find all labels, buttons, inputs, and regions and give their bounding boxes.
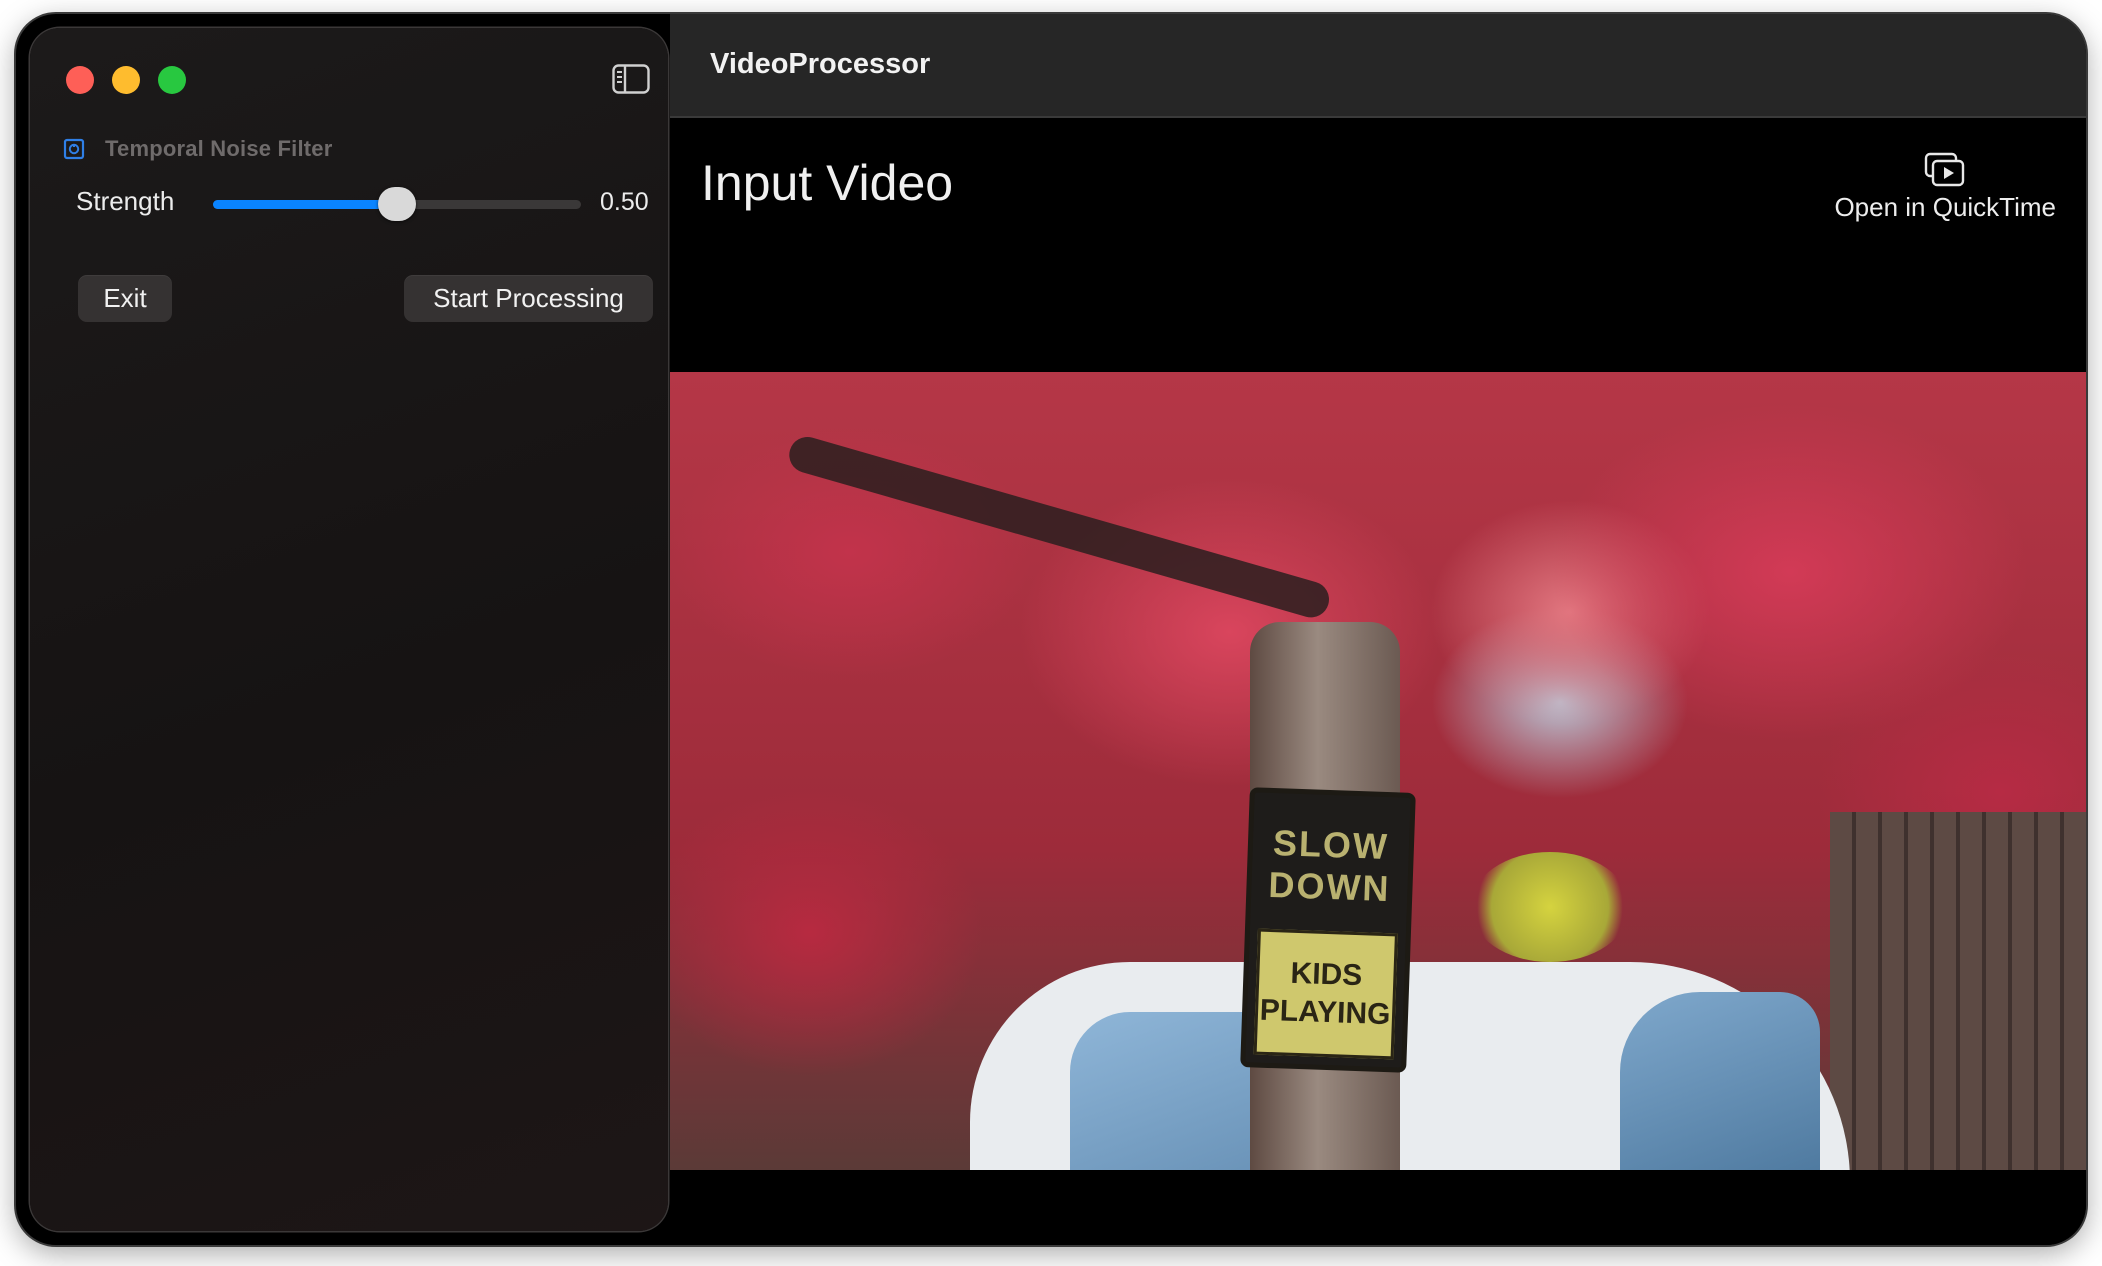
- main-content: Input Video Open in QuickTime SLOW DOWN: [670, 118, 2086, 1245]
- filter-icon: [63, 138, 85, 160]
- video-bush: [1470, 852, 1630, 962]
- sidebar: Temporal Noise Filter Strength 0.50 Exit…: [30, 28, 668, 1231]
- close-window-button[interactable]: [66, 66, 94, 94]
- slider-thumb[interactable]: [378, 187, 416, 221]
- sidebar-toggle-icon[interactable]: [612, 64, 650, 94]
- section-header: Temporal Noise Filter: [63, 136, 333, 162]
- page-title: Input Video: [701, 155, 954, 211]
- play-window-icon: [1925, 152, 1965, 187]
- sign-top: SLOW DOWN: [1256, 799, 1404, 934]
- strength-value: 0.50: [600, 188, 649, 216]
- app-title: VideoProcessor: [710, 48, 931, 80]
- sign-text: DOWN: [1267, 863, 1392, 910]
- start-processing-button[interactable]: Start Processing: [404, 275, 653, 322]
- slider-fill: [213, 200, 397, 209]
- video-car-window: [1070, 1012, 1270, 1170]
- video-fence: [1830, 812, 2086, 1170]
- sign-bottom: KIDS PLAYING: [1253, 928, 1398, 1060]
- video-branch: [785, 432, 1334, 622]
- strength-label: Strength: [76, 186, 175, 216]
- video-street-sign: SLOW DOWN KIDS PLAYING: [1240, 787, 1416, 1073]
- sign-text: PLAYING: [1259, 993, 1391, 1032]
- sign-text: KIDS: [1290, 956, 1363, 993]
- sign-text: SLOW: [1272, 822, 1390, 868]
- title-bar: VideoProcessor: [670, 14, 2086, 118]
- app-window: Temporal Noise Filter Strength 0.50 Exit…: [16, 14, 2086, 1245]
- maximize-window-button[interactable]: [158, 66, 186, 94]
- open-in-quicktime-button[interactable]: Open in QuickTime: [1834, 152, 2056, 223]
- open-in-quicktime-label: Open in QuickTime: [1834, 192, 2056, 222]
- minimize-window-button[interactable]: [112, 66, 140, 94]
- window-controls: [66, 66, 186, 94]
- strength-slider[interactable]: [213, 187, 581, 221]
- section-title: Temporal Noise Filter: [105, 136, 333, 161]
- video-preview[interactable]: SLOW DOWN KIDS PLAYING: [670, 372, 2086, 1170]
- video-car-window: [1620, 992, 1820, 1170]
- exit-button[interactable]: Exit: [78, 275, 172, 322]
